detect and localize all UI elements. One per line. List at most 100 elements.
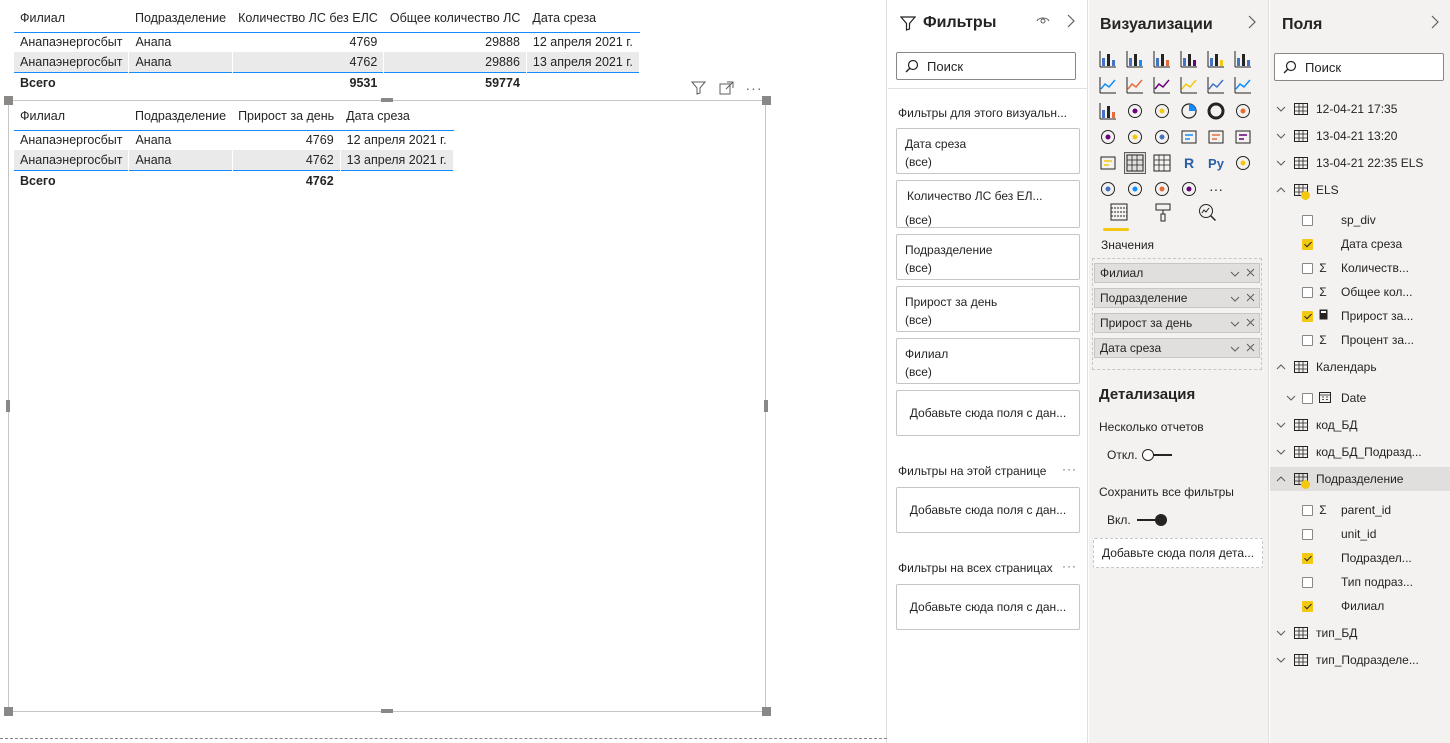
field-checkbox[interactable] bbox=[1302, 334, 1313, 346]
field-item[interactable]: Σ Процент за... bbox=[1270, 328, 1450, 352]
chevron-down-icon[interactable] bbox=[1230, 316, 1240, 330]
map-icon[interactable] bbox=[1097, 126, 1119, 148]
keep-filters-toggle[interactable]: Вкл. bbox=[1107, 513, 1167, 527]
filter-card-count[interactable]: Количество ЛС без ЕЛ... (все) bbox=[896, 180, 1080, 228]
chevron-down-icon[interactable] bbox=[1274, 133, 1288, 139]
column-header[interactable]: Подразделение bbox=[128, 102, 233, 131]
python-visual-icon[interactable]: Py bbox=[1205, 152, 1227, 174]
chevron-up-icon[interactable] bbox=[1274, 476, 1288, 482]
field-checkbox[interactable] bbox=[1302, 286, 1313, 298]
close-icon[interactable] bbox=[1246, 341, 1255, 355]
line-chart-icon[interactable] bbox=[1097, 74, 1119, 96]
field-checkbox[interactable] bbox=[1302, 262, 1313, 274]
chevron-down-icon[interactable] bbox=[1274, 657, 1288, 663]
drillthrough-drop-zone[interactable]: Добавьте сюда поля дета... bbox=[1093, 538, 1263, 568]
field-table-item[interactable]: тип_БД bbox=[1270, 621, 1450, 645]
field-table-item[interactable]: 13-04-21 13:20 bbox=[1270, 124, 1450, 148]
multi-row-card-icon[interactable] bbox=[1205, 126, 1227, 148]
field-checkbox[interactable] bbox=[1302, 238, 1313, 250]
more-options-icon[interactable]: ··· bbox=[746, 80, 762, 96]
field-table-item[interactable]: ELS bbox=[1270, 178, 1450, 202]
treemap-icon[interactable] bbox=[1232, 100, 1254, 122]
table-row[interactable]: Анапаэнергосбыт Анапа 4762 13 апреля 202… bbox=[14, 150, 454, 170]
visual-filter-drop-zone[interactable]: Добавьте сюда поля с дан... bbox=[896, 390, 1080, 436]
filters-search-input[interactable]: Поиск bbox=[896, 52, 1076, 80]
table-row[interactable]: Анапаэнергосбыт Анапа 4769 29888 12 апре… bbox=[14, 32, 640, 52]
close-icon[interactable] bbox=[1246, 266, 1255, 280]
line-stacked-column-chart-icon[interactable] bbox=[1205, 74, 1227, 96]
resize-handle[interactable] bbox=[6, 400, 10, 412]
resize-handle[interactable] bbox=[381, 709, 393, 713]
smart-narrative-icon[interactable] bbox=[1151, 178, 1173, 200]
well-field-division[interactable]: Подразделение bbox=[1094, 288, 1260, 308]
well-field-branch[interactable]: Филиал bbox=[1094, 263, 1260, 283]
stacked-column-chart-icon[interactable] bbox=[1124, 48, 1146, 70]
collapse-pane-icon[interactable] bbox=[1430, 15, 1440, 32]
field-item[interactable]: unit_id bbox=[1270, 522, 1450, 546]
100-bar-chart-icon[interactable] bbox=[1205, 48, 1227, 70]
column-header[interactable]: Количество ЛС без ЕЛС bbox=[232, 4, 384, 33]
clustered-column-chart-icon[interactable] bbox=[1178, 48, 1200, 70]
more-visuals-icon[interactable]: ··· bbox=[1205, 178, 1227, 200]
pie-chart-icon[interactable] bbox=[1178, 100, 1200, 122]
well-field-date[interactable]: Дата среза bbox=[1094, 338, 1260, 358]
multi-reports-toggle[interactable]: Откл. bbox=[1107, 448, 1172, 462]
table-visual-2[interactable]: Филиал Подразделение Прирост за день Дат… bbox=[14, 102, 454, 192]
slicer-icon[interactable] bbox=[1097, 152, 1119, 174]
100-column-chart-icon[interactable] bbox=[1232, 48, 1254, 70]
filter-card-division[interactable]: Подразделение (все) bbox=[896, 234, 1080, 280]
field-item[interactable]: Подраздел... bbox=[1270, 546, 1450, 570]
stacked-bar-chart-icon[interactable] bbox=[1097, 48, 1119, 70]
table-row[interactable]: Анапаэнергосбыт Анапа 4762 29886 13 апре… bbox=[14, 52, 640, 72]
resize-handle[interactable] bbox=[4, 96, 13, 105]
field-checkbox[interactable] bbox=[1302, 552, 1313, 564]
r-visual-icon[interactable]: R bbox=[1178, 152, 1200, 174]
filled-map-icon[interactable] bbox=[1124, 126, 1146, 148]
field-item[interactable]: Филиал bbox=[1270, 594, 1450, 618]
chevron-down-icon[interactable] bbox=[1230, 341, 1240, 355]
table-row[interactable]: Анапаэнергосбыт Анапа 4769 12 апреля 202… bbox=[14, 130, 454, 150]
filter-icon[interactable] bbox=[690, 80, 706, 96]
chevron-up-icon[interactable] bbox=[1274, 364, 1288, 370]
chevron-down-icon[interactable] bbox=[1274, 630, 1288, 636]
well-field-growth[interactable]: Прирост за день bbox=[1094, 313, 1260, 333]
field-checkbox[interactable] bbox=[1302, 214, 1313, 226]
field-table-item[interactable]: 13-04-21 22:35 ELS bbox=[1270, 151, 1450, 175]
field-item[interactable]: Σ Количеств... bbox=[1270, 256, 1450, 280]
funnel-chart-icon[interactable] bbox=[1124, 100, 1146, 122]
scatter-chart-icon[interactable] bbox=[1151, 100, 1173, 122]
field-checkbox[interactable] bbox=[1302, 576, 1313, 588]
resize-handle[interactable] bbox=[762, 96, 771, 105]
field-item[interactable]: sp_div bbox=[1270, 208, 1450, 232]
filter-card-growth[interactable]: Прирост за день (все) bbox=[896, 286, 1080, 332]
table-icon[interactable] bbox=[1124, 152, 1146, 174]
key-influencers-icon[interactable] bbox=[1232, 152, 1254, 174]
column-header[interactable]: Подразделение bbox=[128, 4, 233, 33]
field-table-item[interactable]: 12-04-21 17:35 bbox=[1270, 97, 1450, 121]
column-header[interactable]: Филиал bbox=[14, 4, 129, 33]
format-paint-roller-icon[interactable] bbox=[1151, 200, 1175, 224]
field-item[interactable]: Тип подраз... bbox=[1270, 570, 1450, 594]
resize-handle[interactable] bbox=[762, 707, 771, 716]
chevron-down-icon[interactable] bbox=[1274, 449, 1288, 455]
field-table-item[interactable]: Календарь bbox=[1270, 355, 1450, 379]
donut-chart-icon[interactable] bbox=[1205, 100, 1227, 122]
card-icon[interactable] bbox=[1178, 126, 1200, 148]
kpi-icon[interactable] bbox=[1232, 126, 1254, 148]
fields-search-input[interactable]: Поиск bbox=[1274, 53, 1444, 81]
page-filter-drop-zone[interactable]: Добавьте сюда поля с дан... bbox=[896, 487, 1080, 533]
more-options-icon[interactable]: ··· bbox=[1062, 462, 1077, 476]
waterfall-chart-icon[interactable] bbox=[1097, 100, 1119, 122]
ribbon-chart-icon[interactable] bbox=[1232, 74, 1254, 96]
chevron-down-icon[interactable] bbox=[1274, 106, 1288, 112]
column-header[interactable]: Дата среза bbox=[340, 102, 454, 131]
analytics-magnifier-icon[interactable] bbox=[1195, 200, 1219, 224]
stacked-area-chart-icon[interactable] bbox=[1151, 74, 1173, 96]
field-item[interactable]: Прирост за... bbox=[1270, 304, 1450, 328]
power-apps-icon[interactable] bbox=[1178, 178, 1200, 200]
field-table-item[interactable]: тип_Подразделе... bbox=[1270, 648, 1450, 672]
area-chart-icon[interactable] bbox=[1124, 74, 1146, 96]
table-visual-1[interactable]: Филиал Подразделение Количество ЛС без Е… bbox=[14, 4, 640, 94]
field-checkbox[interactable] bbox=[1302, 310, 1313, 322]
collapse-pane-icon[interactable] bbox=[1066, 14, 1076, 31]
